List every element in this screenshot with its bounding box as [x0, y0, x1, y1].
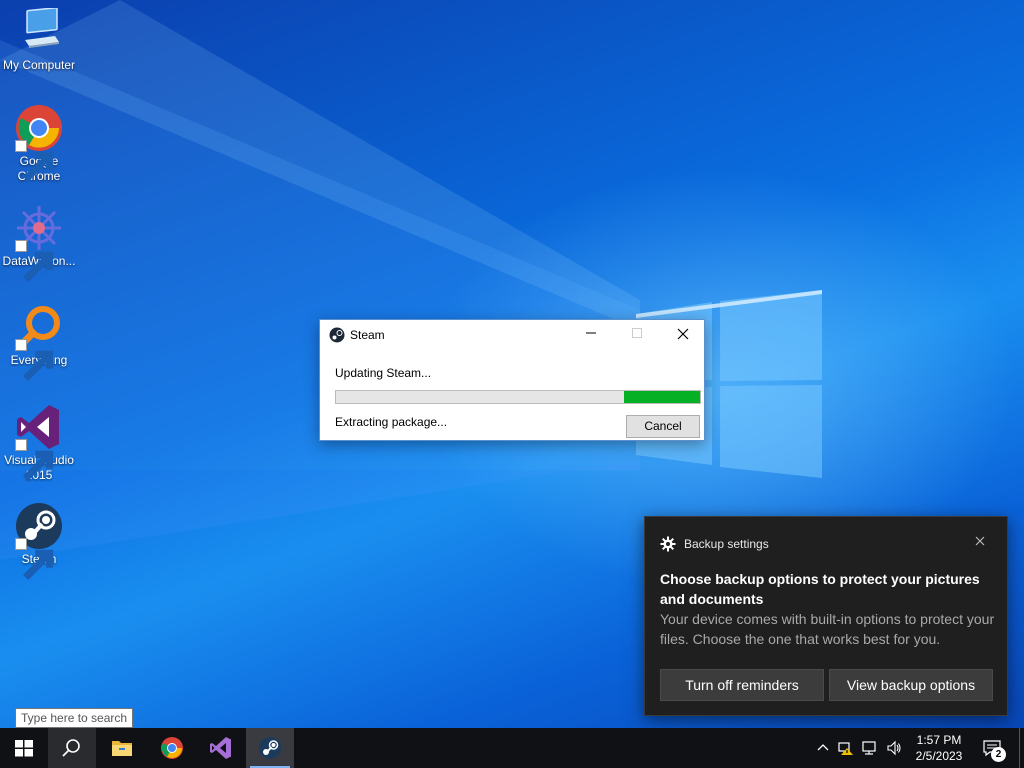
close-button[interactable]: [660, 320, 706, 349]
desktop-icon-everything[interactable]: Everything: [0, 303, 78, 381]
progress-fill: [623, 391, 700, 403]
chrome-icon: [161, 737, 183, 759]
turn-off-reminders-button[interactable]: Turn off reminders: [660, 669, 824, 701]
chevron-up-icon: [817, 744, 829, 751]
maximize-button[interactable]: [614, 320, 660, 349]
chrome-icon: [15, 104, 63, 182]
show-hidden-icons-button[interactable]: [815, 740, 831, 756]
steam-icon: [259, 737, 281, 759]
notification-body: Your device comes with built-in options …: [660, 611, 995, 647]
start-button[interactable]: [0, 728, 48, 768]
maximize-icon: [632, 328, 642, 338]
search-tooltip: Type here to search: [15, 708, 134, 728]
start-icon: [15, 740, 33, 757]
minimize-icon: [586, 332, 596, 334]
notification-app-name: Backup settings: [684, 537, 769, 551]
taskbar-clock[interactable]: 1:57 PM 2/5/2023: [906, 732, 972, 764]
visual-studio-icon: [210, 737, 231, 759]
update-status-text: Updating Steam...: [335, 366, 432, 380]
taskbar-file-explorer[interactable]: [98, 728, 146, 768]
show-desktop-button[interactable]: [1019, 728, 1024, 768]
visual-studio-icon: [15, 403, 63, 481]
clock-time: 1:57 PM: [916, 733, 962, 747]
shortcut-arrow-icon: [15, 439, 54, 481]
network-warning-icon: [838, 742, 853, 755]
close-icon: [677, 328, 689, 340]
search-icon: [62, 739, 80, 757]
taskbar-visual-studio[interactable]: [197, 728, 245, 768]
steam-update-window: Steam Updating Steam... Extracting packa…: [319, 319, 705, 441]
desktop-icon-my-computer[interactable]: My Computer: [0, 6, 78, 73]
everything-search-icon: [15, 303, 63, 381]
desktop-icon-datawagon[interactable]: DataWagon...: [0, 204, 78, 282]
steam-icon: [329, 327, 345, 343]
notification-close-button[interactable]: [970, 532, 990, 552]
window-titlebar[interactable]: Steam: [320, 320, 704, 350]
speaker-icon: [887, 740, 901, 756]
minimize-button[interactable]: [568, 320, 614, 349]
desktop-icon-steam[interactable]: Steam: [0, 502, 78, 580]
shortcut-arrow-icon: [15, 240, 54, 282]
window-title: Steam: [350, 328, 385, 342]
taskbar-steam[interactable]: [246, 728, 294, 768]
steam-icon: [15, 502, 63, 580]
search-button[interactable]: [48, 728, 96, 768]
shortcut-arrow-icon: [15, 140, 54, 182]
desktop-icon-visual-studio[interactable]: Visual Studio 2015: [0, 403, 78, 483]
network-icon: [862, 741, 876, 755]
cancel-button[interactable]: Cancel: [626, 415, 700, 438]
notification-headline: Choose backup options to protect your pi…: [660, 571, 980, 607]
view-backup-options-button[interactable]: View backup options: [829, 669, 993, 701]
shortcut-arrow-icon: [15, 538, 54, 580]
desktop-icon-label: My Computer: [2, 58, 76, 72]
tray-network-button[interactable]: [862, 740, 878, 756]
shortcut-arrow-icon: [15, 339, 54, 381]
file-explorer-icon: [112, 741, 132, 756]
tray-volume-button[interactable]: [886, 740, 902, 756]
gear-icon: [660, 536, 676, 552]
taskbar-chrome[interactable]: [148, 728, 196, 768]
notification-count-badge: 2: [991, 747, 1006, 762]
taskbar: 1:57 PM 2/5/2023 2: [0, 728, 1024, 768]
close-icon: [975, 536, 985, 546]
tray-security-icon-button[interactable]: [838, 740, 854, 756]
update-detail-text: Extracting package...: [335, 415, 448, 429]
clock-date: 2/5/2023: [915, 749, 963, 763]
backup-notification[interactable]: Backup settings Choose backup options to…: [644, 516, 1008, 716]
desktop-icon-chrome[interactable]: Google Chrome: [0, 104, 78, 184]
update-progress-bar: [335, 390, 701, 404]
datawagon-icon: [15, 204, 63, 282]
computer-icon: [15, 6, 63, 56]
